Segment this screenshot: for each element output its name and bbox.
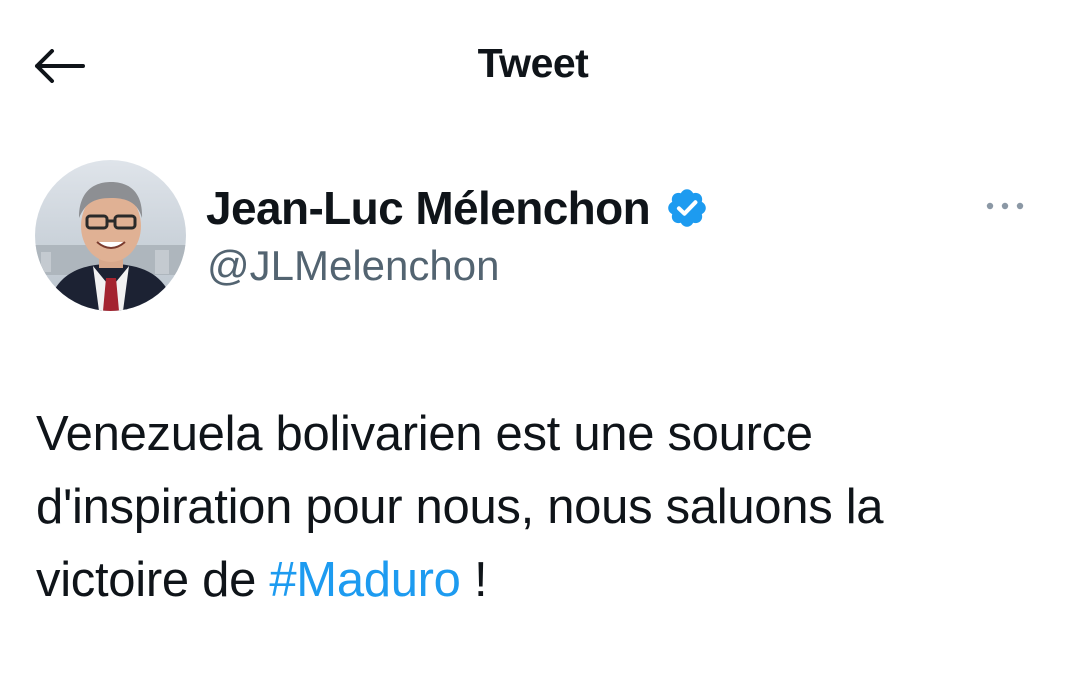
author-name-row: Jean-Luc Mélenchon	[206, 178, 710, 238]
tweet-text: Venezuela bolivarien est une source d'in…	[36, 398, 1036, 617]
verified-badge-icon	[664, 185, 710, 231]
more-horizontal-icon	[986, 202, 1024, 210]
author-handle[interactable]: @JLMelenchon	[207, 242, 499, 290]
top-bar: Tweet	[0, 0, 1066, 130]
page-title: Tweet	[477, 40, 589, 86]
more-options-button[interactable]	[978, 188, 1032, 224]
tweet-text-tail: !	[460, 553, 488, 607]
profile-photo	[35, 160, 186, 311]
hashtag-link[interactable]: #Maduro	[269, 553, 461, 607]
avatar[interactable]	[35, 160, 186, 311]
author-name[interactable]: Jean-Luc Mélenchon	[206, 181, 651, 235]
